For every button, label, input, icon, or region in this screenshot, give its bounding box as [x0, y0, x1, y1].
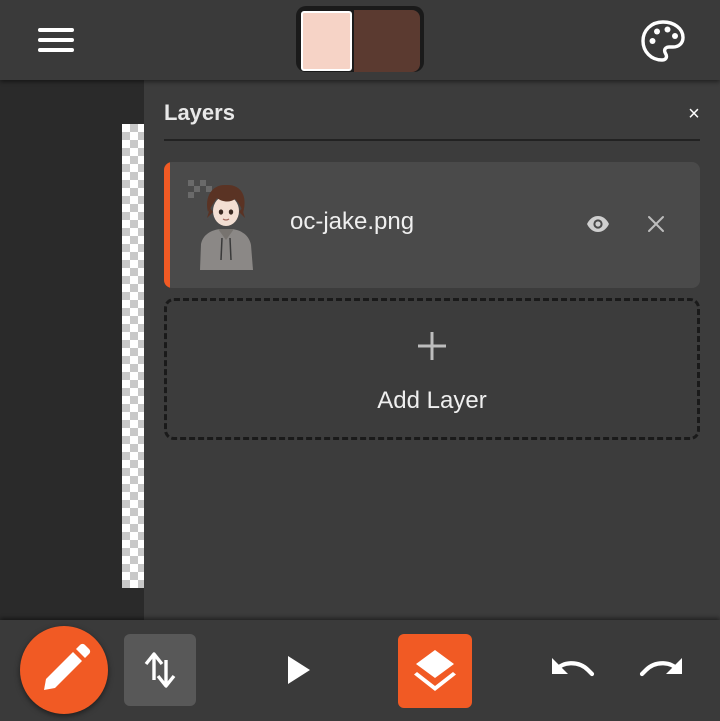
transparent-canvas[interactable] [122, 124, 144, 588]
redo-icon [639, 658, 682, 677]
pencil-icon [44, 643, 91, 690]
menu-button[interactable] [36, 24, 76, 56]
hamburger-menu-icon [38, 28, 74, 32]
play-button[interactable] [272, 648, 318, 692]
selected-layer-indicator [164, 162, 170, 288]
layer-thumbnail [186, 178, 266, 270]
eye-icon [587, 216, 609, 232]
add-layer-button[interactable]: Add Layer [164, 298, 700, 440]
swap-vertical-icon [144, 652, 176, 688]
drawing-canvas-area[interactable] [0, 80, 144, 620]
palette-button[interactable] [641, 20, 685, 62]
bottom-toolbar [0, 620, 720, 721]
layer-name: oc-jake.png [290, 208, 415, 235]
play-icon [288, 656, 310, 684]
palette-icon [641, 20, 685, 62]
redo-button[interactable] [636, 650, 690, 690]
top-toolbar [0, 0, 720, 80]
close-panel-button[interactable]: × [682, 100, 706, 128]
add-layer-label: Add Layer [377, 387, 487, 414]
layers-button[interactable] [398, 634, 472, 708]
toggle-visibility-button[interactable] [586, 212, 610, 236]
panel-title: Layers [164, 100, 235, 125]
plus-icon [417, 331, 447, 361]
undo-button[interactable] [544, 650, 598, 690]
delete-layer-button[interactable] [644, 212, 668, 236]
primary-color-swatch[interactable] [301, 11, 352, 71]
panel-divider [164, 139, 700, 141]
layers-icon [414, 650, 456, 691]
close-icon [648, 216, 664, 232]
undo-icon [552, 658, 595, 677]
layers-panel: Layers × oc-jake.png Add Layer [144, 80, 720, 620]
secondary-color-swatch[interactable] [354, 10, 420, 72]
app-root: Layers × oc-jake.png Add Layer [0, 0, 720, 721]
color-swatches [296, 6, 424, 72]
layer-item[interactable]: oc-jake.png [164, 162, 700, 288]
swap-button[interactable] [124, 634, 196, 706]
pencil-tool-button[interactable] [20, 626, 108, 714]
